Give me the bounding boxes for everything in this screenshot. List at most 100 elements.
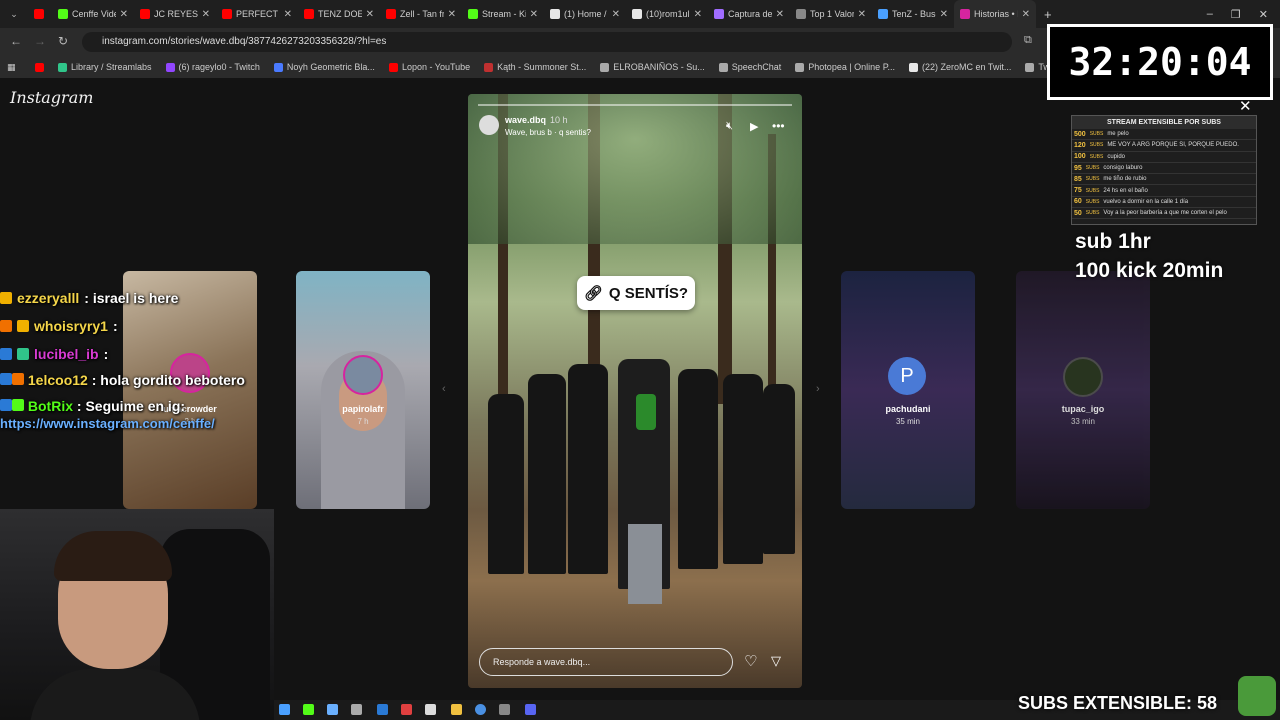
bookmark-item[interactable]: Photopea | Online P... bbox=[788, 62, 902, 72]
bookmark-label: Kąth - Summoner St... bbox=[497, 62, 587, 72]
new-tab-button[interactable]: + bbox=[1036, 7, 1060, 22]
cast-icon[interactable]: ⧉ bbox=[1024, 34, 1032, 47]
goal-text: ME VOY A ARG PORQUE SI, PORQUE PUEDO. bbox=[1107, 142, 1239, 149]
share-icon[interactable]: ▽ bbox=[771, 653, 781, 669]
goal-unit: SUBS bbox=[1085, 210, 1100, 217]
bookmark-item[interactable]: (22) ZeroMC en Twit... bbox=[902, 62, 1018, 72]
youtube-pinned-tab[interactable] bbox=[28, 0, 52, 28]
bookmark-item[interactable]: (6) rageylo0 - Twitch bbox=[159, 62, 267, 72]
bookmark-item[interactable]: Noyh Geometric Bla... bbox=[267, 62, 382, 72]
story-time: 7 h bbox=[357, 417, 369, 426]
goal-count: 60 bbox=[1074, 198, 1082, 206]
tab-favicon-icon bbox=[632, 9, 642, 19]
apps-icon[interactable]: ▦ bbox=[0, 62, 28, 73]
story-username[interactable]: wave.dbq bbox=[505, 115, 546, 125]
app-icon[interactable] bbox=[377, 704, 388, 715]
tab-close-icon[interactable]: ✕ bbox=[448, 9, 456, 20]
app-icon[interactable] bbox=[401, 704, 412, 715]
chat-message: BotRix : Seguime en ig: https://www.inst… bbox=[0, 388, 260, 431]
browser-tab[interactable]: Captura de ✕ bbox=[708, 0, 790, 28]
tab-search-icon[interactable]: ⌄ bbox=[0, 9, 28, 20]
browser-tab[interactable]: TenZ - Busc ✕ bbox=[872, 0, 954, 28]
tab-label: Cenffe Vide bbox=[72, 9, 116, 19]
close-window-icon[interactable]: ✕ bbox=[1259, 8, 1268, 21]
tab-favicon-icon bbox=[878, 9, 888, 19]
mute-icon[interactable]: 🔇︎ bbox=[726, 120, 733, 133]
story-time: 10 h bbox=[550, 115, 568, 125]
chrome-icon[interactable] bbox=[475, 704, 486, 715]
browser-tab[interactable]: PERFECT AI ✕ bbox=[216, 0, 298, 28]
tab-label: TenZ - Busc bbox=[892, 9, 936, 19]
play-icon[interactable]: ▶ bbox=[750, 120, 758, 133]
browser-tab[interactable]: (1) Home / ✕ bbox=[544, 0, 626, 28]
story-time: 33 min bbox=[1070, 417, 1095, 426]
tab-close-icon[interactable]: ✕ bbox=[776, 9, 784, 20]
avatar[interactable] bbox=[479, 115, 499, 135]
browser-tab[interactable]: Zell - Tan fr ✕ bbox=[380, 0, 462, 28]
prev-story-icon[interactable]: ‹ bbox=[442, 383, 446, 395]
app-icon[interactable] bbox=[351, 704, 362, 715]
browser-tab[interactable]: Cenffe Vide ✕ bbox=[52, 0, 134, 28]
like-icon[interactable]: ♡ bbox=[744, 652, 757, 670]
reply-input[interactable]: Responde a wave.dbq... bbox=[479, 648, 733, 676]
app-icon[interactable] bbox=[303, 704, 314, 715]
bookmark-label: SpeechChat bbox=[731, 62, 782, 72]
tab-close-icon[interactable]: ✕ bbox=[1022, 9, 1030, 20]
youtube-bookmark[interactable] bbox=[28, 62, 51, 72]
story-card-papirolafr[interactable]: papirolafr 7 h bbox=[296, 271, 430, 509]
main-story-image[interactable] bbox=[468, 94, 802, 688]
bookmark-item[interactable]: Kąth - Summoner St... bbox=[477, 62, 593, 72]
tab-label: TENZ DOES bbox=[318, 9, 362, 19]
goal-text: vuelvo a dormir en la calle 1 día bbox=[1103, 198, 1189, 205]
app-icon[interactable] bbox=[499, 704, 510, 715]
bookmark-label: Photopea | Online P... bbox=[808, 62, 896, 72]
story-music-label[interactable]: Wave, brus b · q sentis? bbox=[505, 128, 591, 137]
reload-icon[interactable]: ↻ bbox=[58, 34, 68, 48]
windows-icon[interactable] bbox=[279, 704, 290, 715]
forward-icon[interactable]: → bbox=[34, 34, 46, 48]
back-icon[interactable]: ← bbox=[10, 34, 22, 48]
link-sticker[interactable]: 🔗︎ Q SENTÍS? bbox=[577, 276, 695, 310]
bookmark-label: (6) rageylo0 - Twitch bbox=[178, 62, 260, 72]
tab-close-icon[interactable]: ✕ bbox=[202, 9, 210, 20]
chat-message: 1elcoo12 : hola gordito bebotero bbox=[0, 368, 260, 388]
folder-icon[interactable] bbox=[451, 704, 462, 715]
discord-icon[interactable] bbox=[525, 704, 536, 715]
goal-unit: SUBS bbox=[1085, 187, 1100, 194]
bookmark-item[interactable]: ELROBANIÑOS - Su... bbox=[593, 62, 712, 72]
tab-close-icon[interactable]: ✕ bbox=[694, 9, 702, 20]
bookmark-item[interactable]: Library / Streamlabs bbox=[51, 62, 159, 72]
browser-tab[interactable]: Historias • I ✕ bbox=[954, 0, 1036, 28]
maximize-icon[interactable]: ❐ bbox=[1231, 8, 1241, 21]
chat-link[interactable]: https://www.instagram.com/cenffe/ bbox=[0, 414, 250, 431]
browser-tab[interactable]: (10)rom1ul ✕ bbox=[626, 0, 708, 28]
tab-close-icon[interactable]: ✕ bbox=[366, 9, 374, 20]
story-card-tupac-igo[interactable]: tupac_igo 33 min bbox=[1016, 271, 1150, 509]
browser-tab[interactable]: JC REYES - ✕ bbox=[134, 0, 216, 28]
minimize-icon[interactable]: – bbox=[1207, 8, 1213, 21]
tab-close-icon[interactable]: ✕ bbox=[120, 9, 128, 20]
browser-tab[interactable]: Top 1 Valor ✕ bbox=[790, 0, 872, 28]
tab-favicon-icon bbox=[960, 9, 970, 19]
tab-close-icon[interactable]: ✕ bbox=[284, 9, 292, 20]
instagram-logo[interactable]: Instagram bbox=[10, 88, 93, 107]
bookmark-label: ELROBANIÑOS - Su... bbox=[613, 62, 705, 72]
browser-tab[interactable]: Stream - Ki ✕ bbox=[462, 0, 544, 28]
bookmark-item[interactable]: Lopon - YouTube bbox=[382, 62, 477, 72]
goal-unit: SUBS bbox=[1089, 142, 1104, 149]
bookmark-item[interactable]: SpeechChat bbox=[712, 62, 789, 72]
more-options-icon[interactable]: ••• bbox=[772, 119, 785, 133]
browser-tab[interactable]: TENZ DOES ✕ bbox=[298, 0, 380, 28]
next-story-icon[interactable]: › bbox=[816, 383, 820, 395]
url-field[interactable]: instagram.com/stories/wave.dbq/387742627… bbox=[82, 32, 1012, 52]
tab-close-icon[interactable]: ✕ bbox=[940, 9, 948, 20]
avatar: P bbox=[888, 357, 926, 395]
app-icon[interactable] bbox=[425, 704, 436, 715]
app-icon[interactable] bbox=[327, 704, 338, 715]
chat-message: whoisryry1 : bbox=[0, 312, 260, 340]
tab-close-icon[interactable]: ✕ bbox=[530, 9, 538, 20]
tab-close-icon[interactable]: ✕ bbox=[858, 9, 866, 20]
story-card-pachudani[interactable]: P pachudani 35 min bbox=[841, 271, 975, 509]
tab-close-icon[interactable]: ✕ bbox=[612, 9, 620, 20]
goal-unit: SUBS bbox=[1085, 198, 1100, 205]
